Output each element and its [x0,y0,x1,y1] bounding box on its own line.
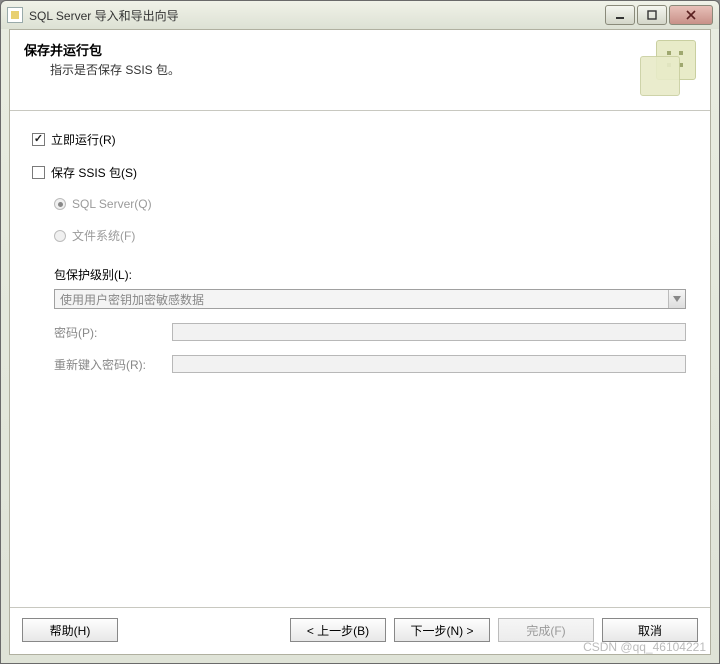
run-immediately-label: 立即运行(R) [51,131,116,148]
wizard-graphic-icon [640,40,696,96]
confirm-password-row: 重新键入密码(R): [54,355,686,373]
maximize-button[interactable] [637,5,667,25]
close-icon [686,10,696,20]
sqlserver-radio-label: SQL Server(Q) [72,197,152,211]
save-ssis-option[interactable]: 保存 SSIS 包(S) [32,164,688,181]
app-icon [7,7,23,23]
chevron-down-icon [673,296,681,302]
maximize-icon [647,10,657,20]
finish-button: 完成(F) [498,618,594,642]
filesystem-radio-option: 文件系统(F) [54,227,688,244]
minimize-icon [615,10,625,20]
wizard-footer: 帮助(H) < 上一步(B) 下一步(N) > 完成(F) 取消 [10,607,710,654]
password-label: 密码(P): [54,324,164,341]
window-controls [605,5,713,25]
client-area: 保存并运行包 指示是否保存 SSIS 包。 立即运行(R) 保存 SSIS 包(… [9,29,711,655]
confirm-password-label: 重新键入密码(R): [54,356,164,373]
save-ssis-checkbox[interactable] [32,166,45,179]
password-row: 密码(P): [54,323,686,341]
page-subtitle: 指示是否保存 SSIS 包。 [50,61,630,78]
password-input [172,323,686,341]
filesystem-radio [54,230,66,242]
protection-level-combo: 使用用户密钥加密敏感数据 [54,289,686,309]
close-button[interactable] [669,5,713,25]
protection-level-label: 包保护级别(L): [54,266,688,283]
sqlserver-radio-option: SQL Server(Q) [54,197,688,211]
titlebar[interactable]: SQL Server 导入和导出向导 [1,1,719,29]
wizard-window: SQL Server 导入和导出向导 保存并运行包 指示是否保存 SSIS 包。 [0,0,720,664]
cancel-button[interactable]: 取消 [602,618,698,642]
content-area: 立即运行(R) 保存 SSIS 包(S) SQL Server(Q) 文件系统(… [10,111,710,607]
page-title: 保存并运行包 [24,40,630,59]
run-immediately-option[interactable]: 立即运行(R) [32,131,688,148]
help-button[interactable]: 帮助(H) [22,618,118,642]
wizard-header: 保存并运行包 指示是否保存 SSIS 包。 [10,30,710,111]
confirm-password-input [172,355,686,373]
protection-level-value: 使用用户密钥加密敏感数据 [55,291,668,308]
run-immediately-checkbox[interactable] [32,133,45,146]
minimize-button[interactable] [605,5,635,25]
sqlserver-radio [54,198,66,210]
window-title: SQL Server 导入和导出向导 [29,7,605,24]
save-ssis-label: 保存 SSIS 包(S) [51,164,137,181]
next-button[interactable]: 下一步(N) > [394,618,490,642]
back-button[interactable]: < 上一步(B) [290,618,386,642]
combo-dropdown-button [668,290,685,308]
filesystem-radio-label: 文件系统(F) [72,227,135,244]
